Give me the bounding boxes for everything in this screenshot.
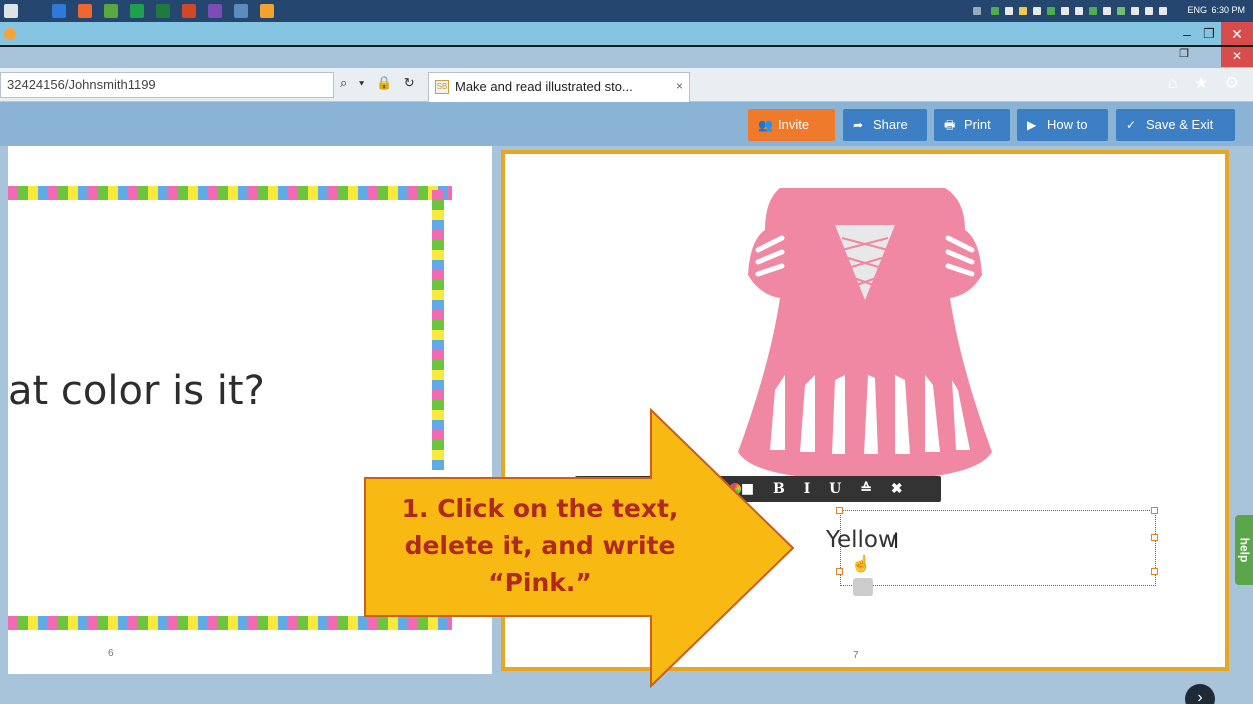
taskbar-app-icon[interactable] [260, 4, 274, 18]
resize-handle-bottom-right[interactable] [1151, 568, 1158, 575]
browser-logo-icon [4, 28, 16, 40]
tray-icon[interactable] [1159, 7, 1167, 15]
browser-tab[interactable]: ЅB Make and read illustrated sto... × [428, 72, 690, 102]
tray-icon[interactable] [991, 7, 999, 15]
tray-icon[interactable] [1005, 7, 1013, 15]
language-indicator[interactable]: ENG [1187, 5, 1207, 15]
taskbar-app-icon[interactable] [208, 4, 222, 18]
instruction-line-2: delete it, and write [404, 531, 676, 560]
clock[interactable]: 6:30 PM [1211, 5, 1245, 15]
invite-button[interactable]: 👥 Invite [748, 109, 835, 141]
page-text[interactable]: at color is it? [8, 368, 265, 414]
app-toolbar: 👥 Invite ➦ Share 🖶 Print ▶ How to ✓ Save & Ex… [0, 102, 1253, 146]
close-icon[interactable]: ✕ [1221, 47, 1253, 67]
share-icon: ➦ [853, 118, 864, 132]
browser-actions-icons[interactable]: ⌂ ★ ⚙ [1168, 73, 1245, 93]
rotate-handle[interactable] [853, 578, 873, 596]
text-box-content[interactable]: Yellow [826, 527, 897, 553]
print-icon: 🖶 [944, 118, 956, 132]
window-divider [0, 45, 1253, 47]
url-input[interactable]: 32424156/Johnsmith1199 [0, 72, 334, 98]
taskbar-app-icon[interactable] [182, 4, 196, 18]
resize-handle-left[interactable] [836, 568, 843, 575]
address-actions-icons[interactable]: ⌕ ▾ 🔒 ↻ [340, 75, 419, 91]
tray-icon[interactable] [1131, 7, 1139, 15]
resize-handle-right[interactable] [1151, 534, 1158, 541]
how-to-button[interactable]: ▶ How to [1017, 109, 1108, 141]
share-label: Share [873, 117, 908, 132]
save-and-exit-label: Save & Exit [1146, 117, 1214, 132]
share-button[interactable]: ➦ Share [843, 109, 927, 141]
tray-icon[interactable] [1075, 7, 1083, 15]
resize-handle-top-right[interactable] [1151, 507, 1158, 514]
taskbar-app-icon[interactable] [104, 4, 118, 18]
window-titlebar: – ❐ ✕ [0, 22, 1253, 46]
help-label: help [1237, 537, 1252, 563]
people-icon: 👥 [758, 118, 773, 132]
how-to-label: How to [1047, 117, 1088, 132]
instruction-text: 1. Click on the text, delete it, and wri… [390, 490, 690, 601]
page-number: 7 [853, 650, 859, 661]
restore-button[interactable]: ❐ [1199, 24, 1219, 44]
invite-label: Invite [778, 117, 810, 132]
tray-icon[interactable] [1033, 7, 1041, 15]
hand-cursor-icon[interactable]: ☝ [851, 554, 871, 574]
start-icon[interactable] [4, 4, 18, 18]
star-border-top [8, 186, 452, 200]
tray-icon[interactable] [1117, 7, 1125, 15]
restore-icon[interactable]: ❐ [1173, 47, 1195, 60]
tray-icon[interactable] [1019, 7, 1027, 15]
taskbar-app-icon[interactable] [156, 4, 170, 18]
tab-close-icon[interactable]: × [676, 79, 683, 93]
close-window-button[interactable]: ✕ [1221, 22, 1253, 46]
taskbar: ENG 6:30 PM [0, 0, 1253, 22]
print-button[interactable]: 🖶 Print [934, 109, 1010, 141]
help-tab[interactable]: help [1235, 515, 1253, 585]
resize-handle-top[interactable] [836, 507, 843, 514]
tray-icon[interactable] [1061, 7, 1069, 15]
next-page-button[interactable]: › [1185, 684, 1215, 704]
taskbar-app-icon[interactable] [52, 4, 66, 18]
instruction-line-1: 1. Click on the text, [401, 494, 679, 523]
taskbar-app-icon[interactable] [234, 4, 248, 18]
print-label: Print [964, 117, 991, 132]
tray-icon[interactable] [1089, 7, 1097, 15]
taskbar-app-icon[interactable] [130, 4, 144, 18]
tab-title: Make and read illustrated sto... [455, 79, 633, 94]
check-circle-icon: ✓ [1126, 118, 1137, 132]
favicon-icon: ЅB [435, 80, 449, 94]
address-bar: 32424156/Johnsmith1199 ⌕ ▾ 🔒 ↻ ЅB Make a… [0, 68, 1253, 102]
save-and-exit-button[interactable]: ✓ Save & Exit [1116, 109, 1235, 141]
tray-icon[interactable] [1145, 7, 1153, 15]
tray-icon[interactable] [1103, 7, 1111, 15]
text-cursor-icon: I [893, 528, 900, 553]
tray-icon[interactable] [973, 7, 981, 15]
minimize-button[interactable]: – [1177, 24, 1197, 44]
instruction-line-3: “Pink.” [488, 568, 592, 597]
video-icon: ▶ [1027, 118, 1037, 132]
tray-icon[interactable] [1047, 7, 1055, 15]
taskbar-app-icon[interactable] [78, 4, 92, 18]
page-number: 6 [108, 648, 114, 659]
